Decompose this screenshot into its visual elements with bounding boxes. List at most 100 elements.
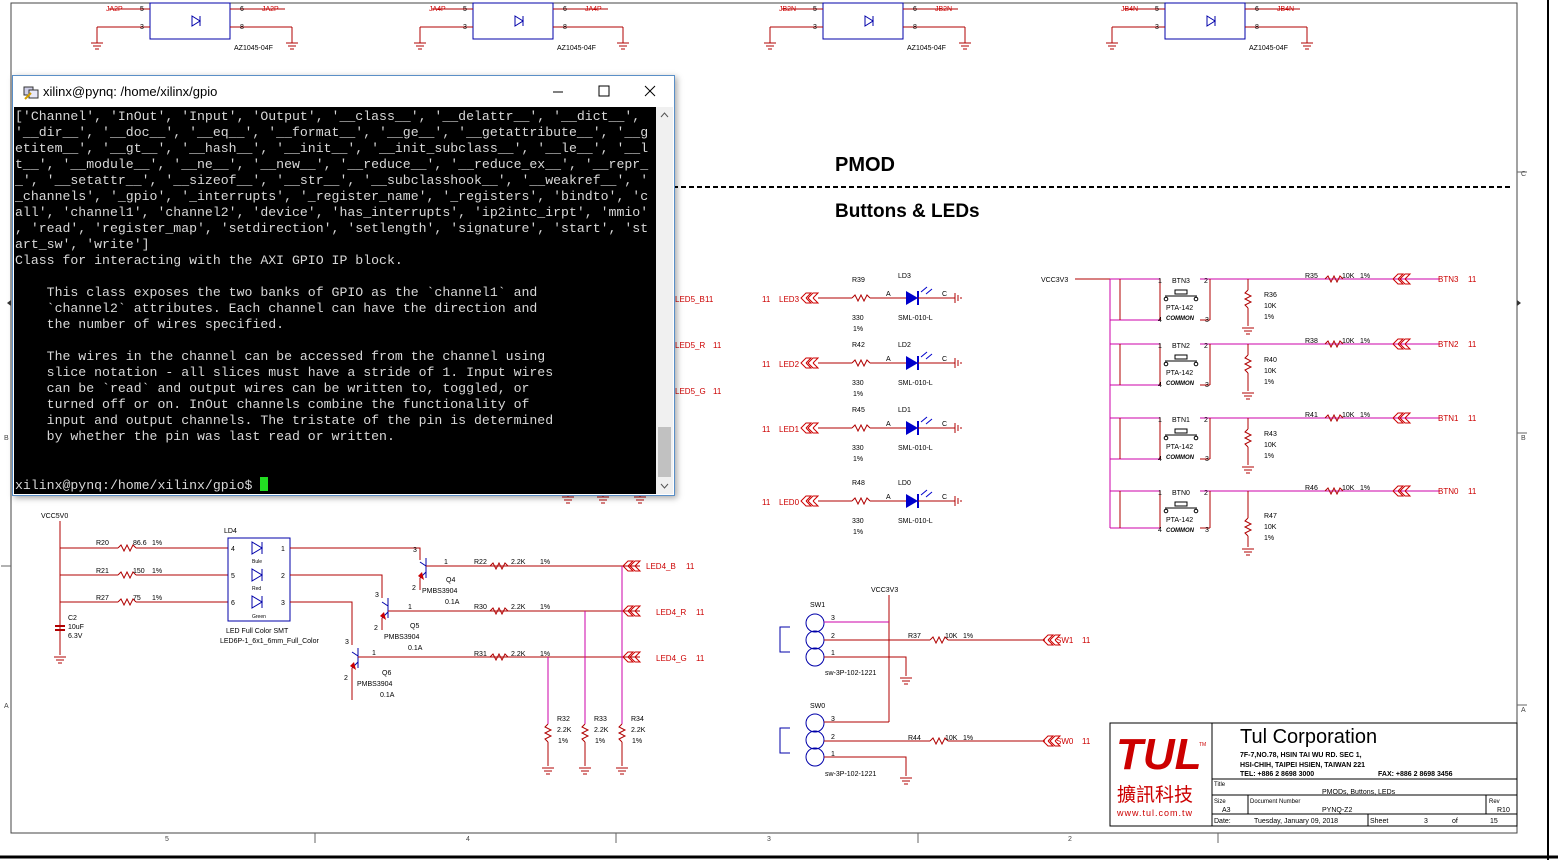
- close-button[interactable]: [627, 76, 673, 107]
- pin-label: 6: [913, 6, 917, 13]
- r21-val: 150: [133, 568, 145, 575]
- part-label: AZ1045-04F: [907, 45, 946, 52]
- title-label: Title: [1214, 782, 1226, 788]
- r30-ref: R30: [474, 604, 487, 611]
- tul-url: www.tul.com.tw: [1116, 808, 1193, 818]
- pin-label: 2: [1204, 343, 1208, 350]
- pin-label: 1: [1158, 490, 1162, 497]
- net-label: JB4N: [1121, 6, 1138, 13]
- terminal-cursor[interactable]: [260, 477, 269, 491]
- terminal-scrollbar[interactable]: [656, 107, 673, 494]
- vcc3v3-label: VCC3V3: [1041, 277, 1068, 284]
- terminal-line: can be `read` and output wires can be wr…: [15, 381, 530, 396]
- scroll-down-icon[interactable]: [656, 477, 673, 494]
- minimize-button[interactable]: [535, 76, 581, 107]
- maximize-button[interactable]: [581, 76, 627, 107]
- res-val: 330: [852, 445, 864, 452]
- led5-net-g: LED5_G: [675, 387, 706, 396]
- pin-label: 5: [1155, 6, 1159, 13]
- q4-cur: 0.1A: [445, 599, 460, 606]
- pmod-part-1: JA2P JA2P 5 6 3 8 AZ1045-04F: [90, 2, 299, 52]
- size-label: Size: [1214, 799, 1226, 805]
- ld4-part: LED6P-1_6x1_6mm_Full_Color: [220, 638, 319, 645]
- part-label: AZ1045-04F: [1249, 45, 1288, 52]
- pin-label: 8: [563, 24, 567, 31]
- size-value: A3: [1222, 807, 1231, 814]
- led-ref: LD0: [898, 480, 911, 487]
- q5-ref: Q5: [410, 623, 419, 630]
- btn-ref: BTN2: [1172, 343, 1190, 350]
- btn-part: PTA-142: [1166, 444, 1193, 451]
- pin-label: 2: [831, 633, 835, 640]
- pin-label: 2: [344, 675, 348, 682]
- button-row-3: BTN3 1 2 4 3 PTA-142 COMMON R36 10K 1% R…: [1110, 273, 1477, 335]
- sw-res-tol: 1%: [963, 633, 973, 640]
- led-part: SML-010-L: [898, 380, 933, 387]
- res-tol: 1%: [853, 326, 863, 333]
- net-label: JB2N: [935, 6, 952, 13]
- res-tol: 1%: [853, 529, 863, 536]
- q5-part: PMBS3904: [384, 634, 420, 641]
- btn-net: BTN0: [1438, 487, 1459, 496]
- terminal-window[interactable]: xilinx@pynq: /home/xilinx/gpio ['Channel…: [12, 75, 675, 496]
- res-val: 10K: [1264, 442, 1277, 449]
- pmod-part-3: JB2N JB2N 5 6 3 8 AZ1045-04F: [763, 2, 972, 52]
- series-tol: 1%: [1360, 273, 1370, 280]
- terminal-titlebar[interactable]: xilinx@pynq: /home/xilinx/gpio: [13, 76, 674, 107]
- scroll-up-icon[interactable]: [656, 107, 673, 124]
- btn-common: COMMON: [1166, 528, 1195, 534]
- led-sheet: 11: [762, 295, 771, 304]
- tul-logo-tm: TM: [1199, 742, 1206, 748]
- led-ref: LD3: [898, 273, 911, 280]
- frame-col-2: 2: [1068, 836, 1072, 843]
- rgb-led-section: VCC5V0 C2 10uF 6.3V R20 86.6 1% R21 150 …: [41, 513, 705, 775]
- pin-label: 3: [1205, 456, 1209, 463]
- led4-net-r: LED4_R: [656, 608, 686, 617]
- res-tol: 1%: [853, 456, 863, 463]
- pin-label: 1: [1158, 278, 1162, 285]
- sw-vcc-label: VCC3V3: [871, 587, 898, 594]
- led-part: SML-010-L: [898, 315, 933, 322]
- res-val: 330: [852, 518, 864, 525]
- fax: FAX: +886 2 8698 3456: [1378, 771, 1453, 778]
- section-buttons-title: Buttons & LEDs: [835, 201, 980, 222]
- cathode-label: C: [942, 494, 947, 501]
- pin-label: 3: [831, 716, 835, 723]
- frame-col-5: 5: [165, 836, 169, 843]
- docnum-label: Document Number: [1250, 799, 1300, 805]
- switch-sw1: SW1 3 2 1 sw-3P-102-1221 R37 10K 1% SW1 …: [779, 602, 1091, 685]
- btn-common: COMMON: [1166, 455, 1195, 461]
- terminal-line: all', 'channel1', 'channel2', 'device', …: [15, 205, 649, 220]
- pin-label: 3: [281, 600, 285, 607]
- terminal-line: ['Channel', 'InOut', 'Input', 'Output', …: [15, 109, 641, 124]
- q6-ref: Q6: [382, 670, 391, 677]
- led5-sheet-b: 11: [705, 295, 714, 304]
- cathode-label: C: [942, 356, 947, 363]
- pin-label: 2: [374, 625, 378, 632]
- putty-icon: [23, 86, 39, 100]
- color-green: Green: [252, 614, 266, 620]
- pin-label: 1: [831, 650, 835, 657]
- res-ref: R42: [852, 342, 865, 349]
- pin-label: 6: [1255, 6, 1259, 13]
- pin-label: 4: [1158, 317, 1162, 324]
- terminal-output[interactable]: ['Channel', 'InOut', 'Input', 'Output', …: [14, 107, 656, 494]
- sw-part: sw-3P-102-1221: [825, 771, 876, 778]
- btn-part: PTA-142: [1166, 305, 1193, 312]
- led5-net-r: LED5_R: [675, 341, 705, 350]
- pin-label: 1: [444, 559, 448, 566]
- pin-label: 5: [813, 6, 817, 13]
- terminal-text: ['Channel', 'InOut', 'Input', 'Output', …: [14, 107, 656, 494]
- btn-net: BTN2: [1438, 340, 1459, 349]
- terminal-line: slice notation - all slices must have a …: [15, 365, 554, 380]
- terminal-line: `channel2` attributes. Each channel can …: [15, 301, 538, 316]
- sw-res-ref: R44: [908, 735, 921, 742]
- scrollbar-thumb[interactable]: [658, 427, 671, 477]
- button-row-0: BTN0 1 2 4 3 PTA-142 COMMON R47 10K 1% R…: [1110, 485, 1477, 556]
- btn-part: PTA-142: [1166, 370, 1193, 377]
- btn-sheet: 11: [1468, 487, 1477, 496]
- net-label: JB4N: [1277, 6, 1294, 13]
- res-ref: R40: [1264, 357, 1277, 364]
- pmod-part-4: JB4N JB4N 5 6 3 8 AZ1045-04F: [1105, 2, 1314, 52]
- r33-ref: R33: [594, 716, 607, 723]
